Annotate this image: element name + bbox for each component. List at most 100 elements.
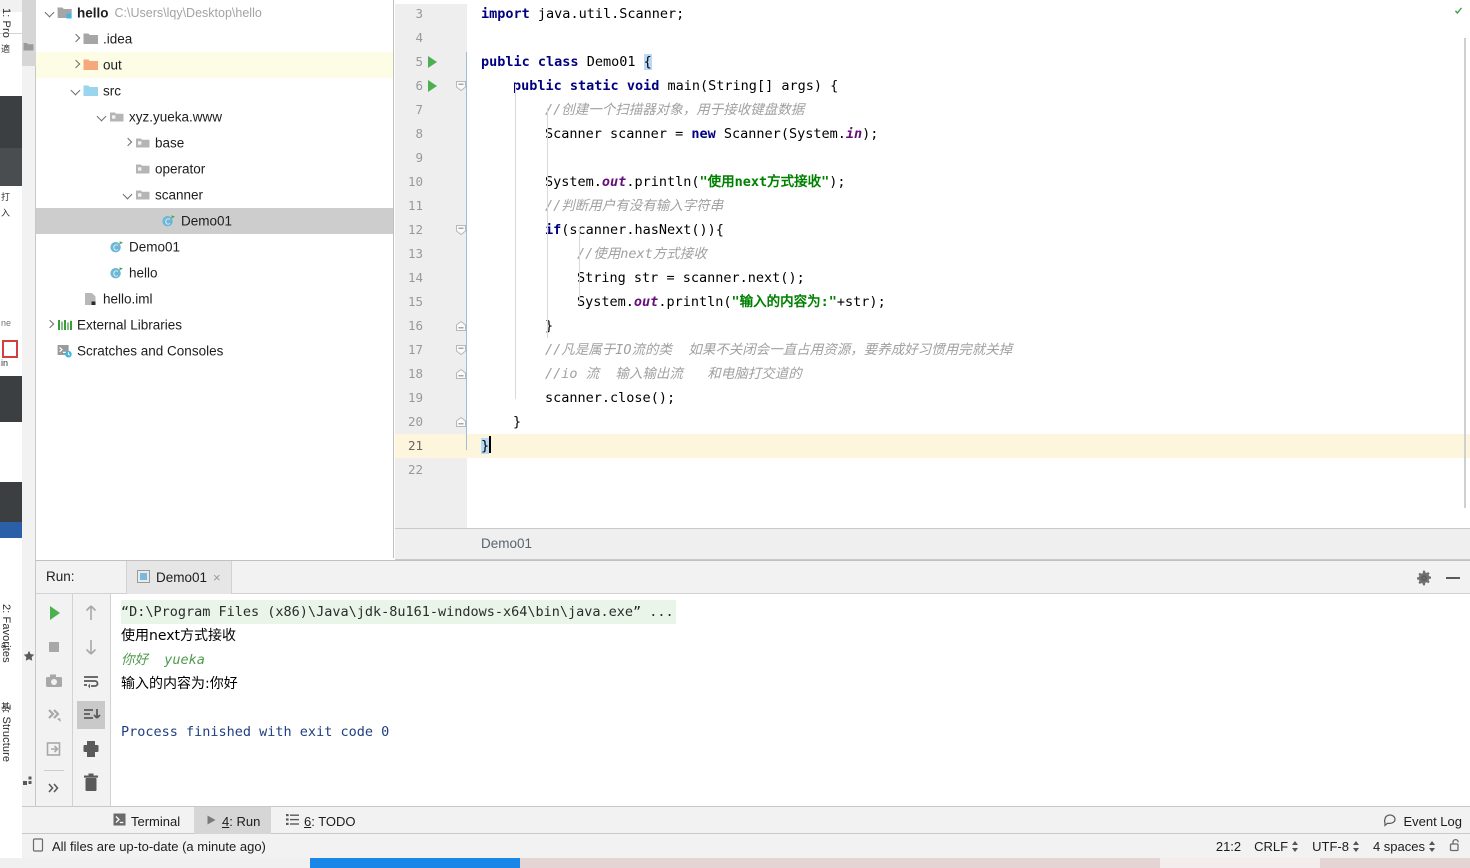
code-line[interactable]: //判断用户有没有输入字符串 bbox=[545, 194, 723, 218]
stop-button[interactable] bbox=[40, 633, 68, 661]
more-button[interactable] bbox=[40, 774, 68, 802]
screenshot-button[interactable] bbox=[40, 667, 68, 695]
indent-selector[interactable]: 4 spaces bbox=[1373, 839, 1436, 854]
editor-gutter[interactable]: 3 4 5 6 7 8 9 10 11 12 13 14 15 16 17 18 19 20 21 22 bbox=[395, 0, 467, 528]
code-line[interactable]: //凡是属于IO流的类 如果不关闭会一直占用资源，要养成好习惯用完就关掉 bbox=[545, 338, 1012, 362]
tree-item-demo01[interactable]: C Demo01 bbox=[36, 234, 393, 260]
encoding-selector[interactable]: UTF-8 bbox=[1312, 839, 1360, 854]
code-line[interactable]: } bbox=[481, 434, 492, 458]
code-line[interactable]: System.out.println("输入的内容为:"+str); bbox=[577, 290, 886, 314]
tree-item-operator[interactable]: operator bbox=[36, 156, 393, 182]
chevron-down-icon[interactable] bbox=[96, 110, 109, 123]
tree-item-label: src bbox=[103, 83, 121, 99]
line-number: 22 bbox=[407, 462, 423, 477]
tree-item-label: Scratches and Consoles bbox=[77, 343, 224, 359]
code-line[interactable]: //使用next方式接收 bbox=[577, 242, 707, 266]
sidebar-tab-favorites[interactable]: 2: Favorites bbox=[0, 600, 13, 667]
code-line[interactable]: //创建一个扫描器对象，用于接收键盘数据 bbox=[545, 98, 804, 122]
print-button[interactable] bbox=[77, 735, 105, 763]
code-line[interactable]: public class Demo01 { bbox=[481, 50, 652, 74]
console-line-exit: Process finished with exit code 0 bbox=[121, 724, 390, 740]
unlocked-icon[interactable] bbox=[1449, 838, 1462, 855]
export-button[interactable] bbox=[40, 735, 68, 763]
chevron-right-icon[interactable] bbox=[122, 136, 135, 149]
breadcrumb[interactable]: Demo01 bbox=[395, 528, 1470, 560]
dump-threads-button[interactable] bbox=[40, 701, 68, 729]
code-line[interactable]: if(scanner.hasNext()){ bbox=[545, 218, 724, 242]
caret-position[interactable]: 21:2 bbox=[1216, 839, 1241, 854]
run-gutter-icon[interactable] bbox=[428, 80, 437, 92]
tree-item-src[interactable]: src bbox=[36, 78, 393, 104]
code-line[interactable]: String str = scanner.next(); bbox=[577, 266, 805, 290]
close-icon[interactable]: × bbox=[213, 570, 221, 585]
run-tab-demo01[interactable]: Demo01 × bbox=[126, 561, 232, 594]
code-line[interactable]: } bbox=[513, 410, 521, 434]
sidebar-tab-structure[interactable]: 7: Structure bbox=[0, 700, 13, 766]
tree-item-label: hello.iml bbox=[103, 291, 153, 307]
bottom-tab-run[interactable]: 4: Run bbox=[194, 807, 272, 835]
project-tool-window[interactable]: hello C:\Users\lqy\Desktop\hello .idea out s… bbox=[36, 0, 394, 558]
code-line[interactable]: import java.util.Scanner; bbox=[481, 2, 684, 26]
scroll-to-end-button[interactable] bbox=[77, 701, 105, 729]
tree-item-scanner[interactable]: scanner bbox=[36, 182, 393, 208]
line-number: 16 bbox=[407, 318, 423, 333]
down-button[interactable] bbox=[77, 633, 105, 661]
code-line[interactable]: Scanner scanner = new Scanner(System.in)… bbox=[545, 122, 878, 146]
tree-item-hello-iml[interactable]: hello.iml bbox=[36, 286, 393, 312]
line-number: 17 bbox=[407, 342, 423, 357]
line-separator-selector[interactable]: CRLF bbox=[1254, 839, 1299, 854]
code-line[interactable]: public static void main(String[] args) { bbox=[513, 74, 838, 98]
editor-scrollbar[interactable] bbox=[1464, 38, 1466, 508]
code-editor[interactable]: 3 4 5 6 7 8 9 10 11 12 13 14 15 16 17 18 19 20 21 22 import… bbox=[395, 0, 1470, 528]
tree-item-out[interactable]: out bbox=[36, 52, 393, 78]
status-bar: All files are up-to-date (a minute ago) … bbox=[22, 834, 1470, 858]
tree-item-external-libraries[interactable]: External Libraries bbox=[36, 312, 393, 338]
chevron-right-icon[interactable] bbox=[70, 58, 83, 71]
chevron-down-icon[interactable] bbox=[70, 84, 83, 97]
chevron-down-icon[interactable] bbox=[44, 6, 57, 19]
chevron-right-icon[interactable] bbox=[44, 318, 57, 331]
chevron-right-icon[interactable] bbox=[70, 32, 83, 45]
chevron-down-icon[interactable] bbox=[122, 188, 135, 201]
event-log-button[interactable]: Event Log bbox=[1383, 807, 1462, 835]
clear-all-button[interactable] bbox=[77, 769, 105, 797]
tab-structure-label: 7: Structure bbox=[0, 704, 12, 763]
run-gutter-icon[interactable] bbox=[428, 56, 437, 68]
toolbar-divider bbox=[44, 770, 64, 771]
run-tool-window[interactable]: Run: Demo01 × “D:\Program Files (x86)\Ja… bbox=[36, 560, 1470, 807]
rerun-button[interactable] bbox=[40, 599, 68, 627]
code-line[interactable]: System.out.println("使用next方式接收"); bbox=[545, 170, 846, 194]
up-button[interactable] bbox=[77, 599, 105, 627]
tree-item-xyz-yueka-www[interactable]: xyz.yueka.www bbox=[36, 104, 393, 130]
soft-wrap-button[interactable] bbox=[77, 667, 105, 695]
run-console-output[interactable]: “D:\Program Files (x86)\Java\jdk-8u161-w… bbox=[111, 594, 1470, 806]
tree-item-scratches-and-consoles[interactable]: Scratches and Consoles bbox=[36, 338, 393, 364]
run-toolbar-secondary[interactable] bbox=[73, 594, 111, 807]
inspection-status-icon[interactable] bbox=[1454, 4, 1463, 14]
console-line-output: 使用next方式接收 bbox=[121, 628, 237, 644]
java-class-run-icon: C bbox=[161, 214, 177, 227]
tree-item-hello[interactable]: Chello bbox=[36, 260, 393, 286]
tree-item-label: Demo01 bbox=[181, 213, 233, 229]
bottom-tab-todo[interactable]: 6: TODO bbox=[275, 807, 367, 835]
terminal-icon bbox=[113, 813, 126, 829]
code-line[interactable]: //io 流 输入输出流 和电脑打交道的 bbox=[545, 362, 802, 386]
gear-icon[interactable] bbox=[1416, 570, 1432, 586]
minimize-icon[interactable] bbox=[1446, 577, 1460, 579]
breadcrumb-class[interactable]: Demo01 bbox=[481, 536, 532, 551]
code-line[interactable]: scanner.close(); bbox=[545, 386, 675, 410]
run-tab-label: Demo01 bbox=[156, 570, 208, 585]
editor-code-area[interactable]: import java.util.Scanner; public class De… bbox=[467, 0, 1470, 528]
line-number: 11 bbox=[407, 198, 423, 213]
tree-item-base[interactable]: base bbox=[36, 130, 393, 156]
bottom-tab-terminal[interactable]: Terminal bbox=[102, 807, 191, 835]
tree-item-demo01[interactable]: C Demo01 bbox=[36, 208, 393, 234]
tree-item--idea[interactable]: .idea bbox=[36, 26, 393, 52]
line-number: 15 bbox=[407, 294, 423, 309]
sidebar-tab-project[interactable]: 1: Pro bbox=[0, 4, 13, 42]
tree-item-hello[interactable]: hello C:\Users\lqy\Desktop\hello bbox=[36, 0, 393, 26]
package-icon bbox=[109, 110, 125, 123]
run-toolbar-primary[interactable] bbox=[36, 594, 73, 807]
